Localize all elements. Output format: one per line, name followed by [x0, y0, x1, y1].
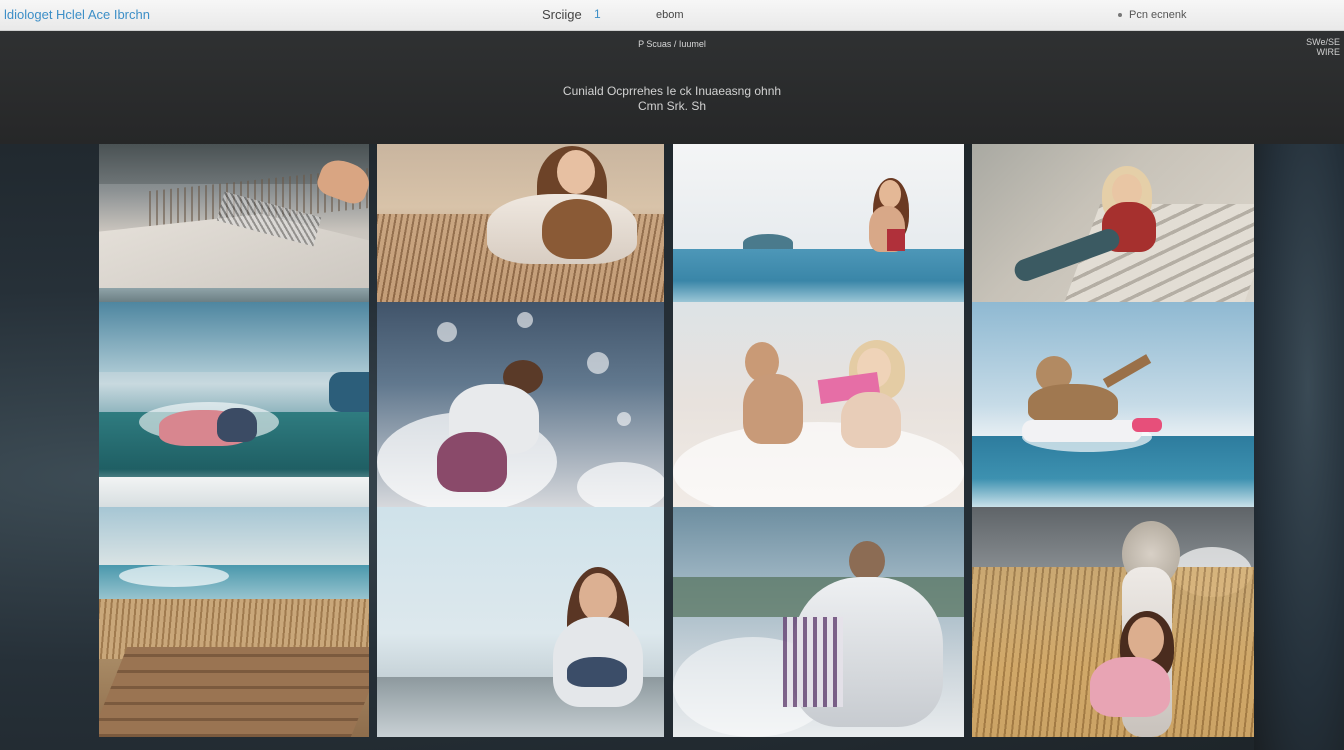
search-count-badge: 1 [594, 7, 601, 21]
photo-tile-splash[interactable] [377, 302, 664, 507]
site-brand-link[interactable]: ldiologet Hclel Ace Ibrchn [4, 7, 150, 22]
corner-logo-line2: WIRE [1316, 47, 1341, 57]
search-label[interactable]: Srciige [542, 7, 582, 22]
photo-tile-boardwalk[interactable] [99, 507, 369, 737]
user-menu-label: Pcn ecnenk [1129, 9, 1187, 21]
page-header: P Scuas / Iuumel SWe/SE WIRE Cuniald Ocp… [0, 31, 1344, 144]
photo-tile-woman-grass[interactable] [377, 144, 664, 302]
user-menu[interactable]: Pcn ecnenk [1118, 9, 1186, 21]
photo-tile-woman-portrait[interactable] [377, 507, 664, 737]
photo-tile-boy-back[interactable] [673, 507, 964, 737]
photo-tile-two-girls[interactable] [673, 302, 964, 507]
corner-logo: SWe/SE WIRE [1306, 37, 1340, 57]
page-subtitle: Cmn Srk. Sh [637, 99, 706, 113]
photo-tile-woman-lying[interactable] [972, 144, 1254, 302]
corner-logo-line1: SWe/SE [1306, 37, 1340, 47]
user-dot-icon [1118, 13, 1122, 18]
page-title: Cuniald Ocprrehes Ie ck Inuaeasng ohnh [562, 84, 782, 98]
photo-tile-girl-wheat[interactable] [972, 507, 1254, 737]
photo-tile-wave[interactable] [99, 302, 369, 507]
photo-tile-beach-sand[interactable] [99, 144, 369, 302]
nav-link-about[interactable]: ebom [656, 9, 684, 21]
breadcrumb[interactable]: P Scuas / Iuumel [0, 39, 1344, 49]
photo-tile-woman-ocean[interactable] [673, 144, 964, 302]
top-bar: ldiologet Hclel Ace Ibrchn Srciige 1 ebo… [0, 0, 1344, 31]
gallery-background-right [1254, 144, 1344, 750]
photo-tile-child-surf[interactable] [972, 302, 1254, 507]
